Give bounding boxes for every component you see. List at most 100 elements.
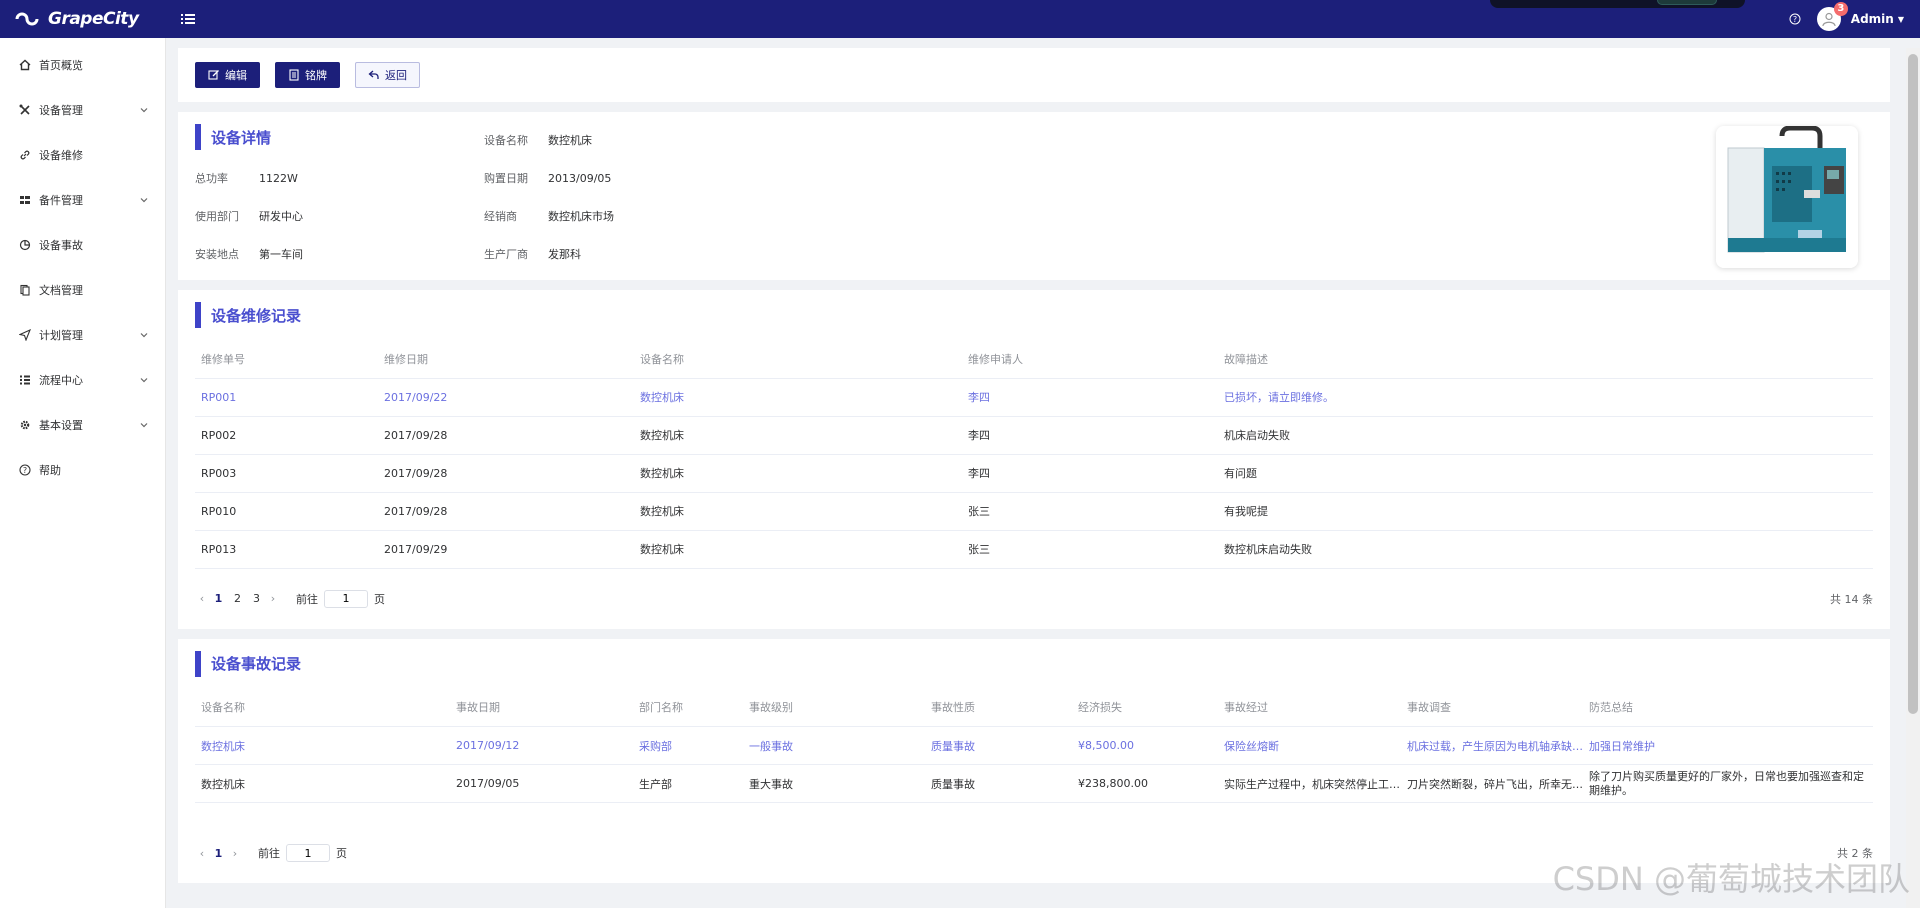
table-cell: 重大事故 [743, 764, 925, 803]
table-cell: 2017/09/05 [450, 764, 633, 803]
grape-logo-icon [15, 12, 39, 26]
column-header[interactable]: 故障描述 [1218, 340, 1873, 379]
table-cell: 李四 [962, 454, 1218, 493]
repair-table: 维修单号 维修日期 设备名称 维修申请人 故障描述 RP001 2017/09/… [195, 340, 1873, 569]
field-location: 安装地点 第一车间 [195, 246, 303, 262]
goto-page: 前往 页 [258, 844, 347, 862]
table-header-row: 设备名称 事故日期 部门名称 事故级别 事故性质 经济损失 事故经过 事故调查 … [195, 688, 1873, 727]
sidebar-item-equipment[interactable]: 设备管理 [0, 87, 165, 132]
field-label: 使用部门 [195, 210, 239, 223]
page-number[interactable]: 3 [247, 592, 266, 605]
prev-page-icon[interactable]: ‹ [195, 592, 209, 605]
sidebar-item-accident[interactable]: 设备事故 [0, 222, 165, 267]
table-cell: 数控机床 [634, 530, 962, 569]
help-icon[interactable]: ? [1789, 13, 1801, 25]
accident-section-title: 设备事故记录 [195, 650, 1873, 677]
table-row[interactable]: 数控机床 2017/09/05 生产部 重大事故 质量事故 ¥238,800.0… [195, 764, 1873, 803]
sidebar-item-help[interactable]: ? 帮助 [0, 447, 165, 492]
column-header[interactable]: 经济损失 [1072, 688, 1218, 727]
column-header[interactable]: 事故性质 [925, 688, 1072, 727]
table-row[interactable]: RP002 2017/09/28 数控机床 李四 机床启动失败 [195, 416, 1873, 455]
sidebar-item-overview[interactable]: 首页概览 [0, 42, 165, 87]
field-label: 购置日期 [484, 172, 528, 185]
scrollbar-thumb[interactable] [1908, 54, 1918, 714]
detail-section-title: 设备详情 [195, 124, 271, 150]
repair-pagination: ‹ 1 2 3 › 前往 页 共 14 条 [195, 569, 1873, 629]
table-cell: 数控机床 [634, 416, 962, 455]
chevron-down-icon [140, 197, 148, 202]
floating-panel-edge [1490, 0, 1745, 8]
table-cell: 李四 [962, 416, 1218, 455]
title-accent-bar [195, 302, 201, 328]
avatar[interactable]: 3 [1816, 2, 1848, 31]
list-doc-icon [288, 69, 300, 81]
table-cell: ¥238,800.00 [1072, 764, 1218, 803]
column-header[interactable]: 防范总结 [1583, 688, 1873, 727]
caret-down-icon[interactable]: ▼ [1898, 15, 1904, 24]
table-row[interactable]: 数控机床 2017/09/12 采购部 一般事故 质量事故 ¥8,500.00 … [195, 726, 1873, 765]
table-row[interactable]: RP013 2017/09/29 数控机床 张三 数控机床启动失败 [195, 530, 1873, 569]
field-manufacturer: 生产厂商 发那科 [484, 246, 581, 262]
table-cell: 数控机床启动失败 [1218, 530, 1873, 569]
table-cell: 数控机床 [195, 726, 450, 765]
table-cell: 质量事故 [925, 764, 1072, 803]
column-header[interactable]: 维修单号 [195, 340, 378, 379]
field-value: 研发中心 [259, 210, 303, 223]
sidebar-item-label: 设备维修 [39, 148, 83, 162]
flow-icon [18, 373, 32, 387]
column-header[interactable]: 事故级别 [743, 688, 925, 727]
column-header[interactable]: 维修日期 [378, 340, 634, 379]
document-icon [18, 283, 32, 297]
sidebar-item-plans[interactable]: 计划管理 [0, 312, 165, 357]
table-cell: 2017/09/12 [450, 726, 633, 765]
column-header[interactable]: 设备名称 [634, 340, 962, 379]
sidebar-item-documents[interactable]: 文档管理 [0, 267, 165, 312]
page-number[interactable]: 2 [228, 592, 247, 605]
goto-page-input[interactable] [324, 589, 368, 608]
column-header[interactable]: 设备名称 [195, 688, 450, 727]
sidebar-item-label: 设备事故 [39, 238, 83, 252]
table-cell: 张三 [962, 492, 1218, 531]
svg-text:?: ? [23, 466, 27, 475]
table-row[interactable]: RP003 2017/09/28 数控机床 李四 有问题 [195, 454, 1873, 493]
column-header[interactable]: 事故经过 [1218, 688, 1401, 727]
column-header[interactable]: 部门名称 [633, 688, 743, 727]
column-header[interactable]: 事故日期 [450, 688, 633, 727]
column-header[interactable]: 维修申请人 [962, 340, 1218, 379]
chevron-down-icon [140, 332, 148, 337]
sidebar-item-label: 文档管理 [39, 283, 83, 297]
detail-title: 设备详情 [211, 128, 272, 147]
nameplate-button[interactable]: 铭牌 [275, 62, 340, 88]
page-scrollbar[interactable] [1906, 48, 1920, 908]
sidebar-item-workflow[interactable]: 流程中心 [0, 357, 165, 402]
next-page-icon[interactable]: › [228, 847, 242, 860]
action-toolbar: 编辑 铭牌 返回 [178, 48, 1890, 102]
page-number[interactable]: 1 [209, 592, 228, 605]
prev-page-icon[interactable]: ‹ [195, 847, 209, 860]
help-circle-icon: ? [18, 463, 32, 477]
table-row[interactable]: RP001 2017/09/22 数控机床 李四 已损坏，请立即维修。 [195, 378, 1873, 417]
table-cell: 张三 [962, 530, 1218, 569]
goto-page-input[interactable] [286, 844, 330, 862]
table-row[interactable]: RP010 2017/09/28 数控机床 张三 有我呢提 [195, 492, 1873, 531]
back-button[interactable]: 返回 [355, 62, 420, 88]
sidebar-item-settings[interactable]: 基本设置 [0, 402, 165, 447]
sidebar-item-repair[interactable]: 设备维修 [0, 132, 165, 177]
field-value: 2013/09/05 [548, 171, 612, 185]
field-dealer: 经销商 数控机床市场 [484, 208, 614, 224]
table-cell: 生产部 [633, 764, 743, 803]
brand-logo[interactable]: GrapeCity [0, 9, 170, 29]
title-accent-bar [195, 124, 201, 150]
column-header[interactable]: 事故调查 [1401, 688, 1583, 727]
page-number[interactable]: 1 [209, 847, 228, 860]
user-menu[interactable]: Admin [1851, 12, 1894, 26]
brand-name: GrapeCity [48, 9, 139, 29]
menu-toggle-icon[interactable] [180, 11, 196, 27]
edit-button[interactable]: 编辑 [195, 62, 260, 88]
next-page-icon[interactable]: › [266, 592, 280, 605]
sidebar-item-spare-parts[interactable]: 备件管理 [0, 177, 165, 222]
equipment-detail-card: 设备详情 总功率 1122W 使用部门 研发中心 安装地点 第一车间 设备名称 … [178, 112, 1890, 280]
svg-text:?: ? [1793, 15, 1797, 24]
field-value: 第一车间 [259, 248, 303, 261]
table-header-row: 维修单号 维修日期 设备名称 维修申请人 故障描述 [195, 340, 1873, 379]
